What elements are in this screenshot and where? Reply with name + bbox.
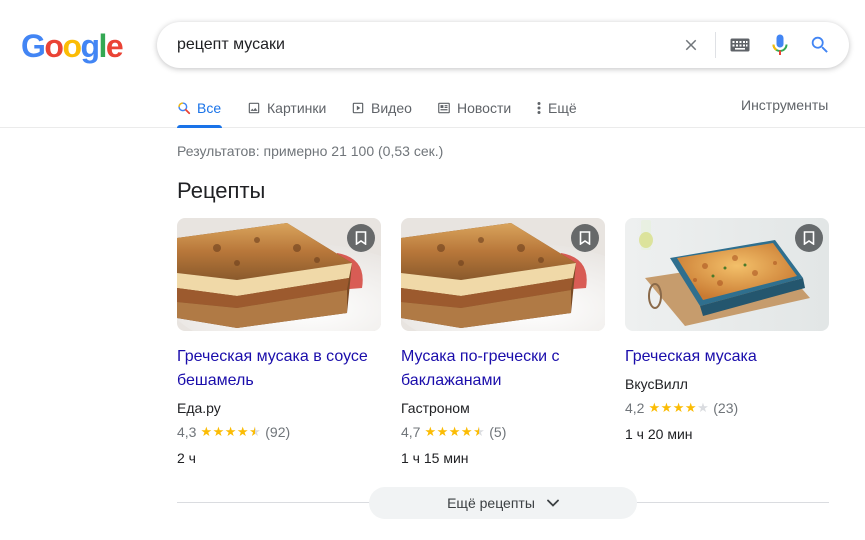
logo-letter: e bbox=[105, 28, 124, 64]
recipe-title-link[interactable]: Мусака по-гречески с баклажанами bbox=[401, 345, 605, 393]
keyboard-icon[interactable] bbox=[728, 33, 752, 57]
review-count: (23) bbox=[713, 400, 739, 416]
rating-value: 4,3 bbox=[177, 424, 197, 440]
logo-letter: o bbox=[44, 28, 64, 64]
recipe-time: 1 ч 15 мин bbox=[401, 450, 469, 466]
tab-news[interactable]: Новости bbox=[437, 96, 511, 120]
active-tab-indicator bbox=[177, 125, 222, 128]
recipe-source: Гастроном bbox=[401, 400, 470, 416]
recipe-card[interactable]: Греческая мусака ВкусВилл 4,2 ★★★★★ (23)… bbox=[625, 218, 829, 447]
microphone-icon[interactable] bbox=[768, 33, 792, 57]
recipe-card[interactable]: Греческая мусака в соусе бешамель Еда.ру… bbox=[177, 218, 381, 471]
recipe-image[interactable] bbox=[401, 218, 605, 331]
recipe-time: 1 ч 20 мин bbox=[625, 426, 693, 442]
bookmark-icon[interactable] bbox=[347, 224, 375, 252]
logo-letter: l bbox=[98, 28, 108, 64]
chevron-down-icon bbox=[547, 499, 559, 507]
search-icon bbox=[178, 102, 191, 115]
star-rating-icon: ★★★★★ bbox=[200, 424, 262, 439]
recipe-rating: 4,3 ★★★★★ (92) bbox=[177, 419, 381, 445]
tab-label: Картинки bbox=[267, 100, 327, 116]
bookmark-icon[interactable] bbox=[571, 224, 599, 252]
tab-all[interactable]: Все bbox=[177, 96, 221, 120]
search-input[interactable] bbox=[177, 22, 657, 68]
tab-label: Все bbox=[197, 100, 222, 116]
logo-letter: g bbox=[80, 28, 100, 64]
search-box bbox=[157, 22, 849, 68]
tab-label: Ещё bbox=[548, 100, 577, 116]
google-logo[interactable]: Google bbox=[21, 28, 124, 64]
recipe-title-link[interactable]: Греческая мусака в соусе бешамель bbox=[177, 345, 381, 393]
recipe-rating: 4,2 ★★★★★ (23) bbox=[625, 395, 829, 421]
rating-value: 4,2 bbox=[625, 400, 645, 416]
recipe-image[interactable] bbox=[625, 218, 829, 331]
recipes-heading: Рецепты bbox=[177, 178, 266, 203]
more-vert-icon bbox=[537, 102, 541, 114]
clear-icon[interactable] bbox=[679, 33, 703, 57]
result-stats: Результатов: примерно 21 100 (0,53 сек.) bbox=[177, 143, 444, 159]
recipe-source: ВкусВилл bbox=[625, 376, 688, 392]
logo-letter: o bbox=[62, 28, 82, 64]
review-count: (5) bbox=[489, 424, 507, 440]
tab-label: Видео bbox=[371, 100, 412, 116]
search-icon[interactable] bbox=[808, 33, 832, 57]
tools-button[interactable]: Инструменты bbox=[741, 97, 828, 113]
search-tabs: Все Картинки Видео Новости Ещё bbox=[0, 88, 865, 128]
star-rating-icon: ★★★★★ bbox=[424, 424, 486, 439]
recipe-rating: 4,7 ★★★★★ (5) bbox=[401, 419, 605, 445]
more-recipes-button[interactable]: Ещё рецепты bbox=[369, 487, 637, 519]
tab-label: Новости bbox=[457, 100, 512, 116]
tab-more[interactable]: Ещё bbox=[536, 96, 577, 120]
recipe-time: 2 ч bbox=[177, 450, 196, 466]
video-icon bbox=[352, 102, 364, 114]
bookmark-icon[interactable] bbox=[795, 224, 823, 252]
tab-video[interactable]: Видео bbox=[351, 96, 412, 120]
news-icon bbox=[438, 102, 450, 114]
recipe-source: Еда.ру bbox=[177, 400, 221, 416]
more-recipes-label: Ещё рецепты bbox=[447, 495, 535, 511]
recipe-title-link[interactable]: Греческая мусака bbox=[625, 345, 829, 369]
image-icon bbox=[248, 102, 260, 114]
logo-letter: G bbox=[21, 28, 46, 64]
tab-images[interactable]: Картинки bbox=[247, 96, 326, 120]
star-rating-icon: ★★★★★ bbox=[648, 400, 710, 415]
recipe-image[interactable] bbox=[177, 218, 381, 331]
rating-value: 4,7 bbox=[401, 424, 421, 440]
search-divider bbox=[715, 32, 716, 58]
recipe-card[interactable]: Мусака по-гречески с баклажанами Гастрон… bbox=[401, 218, 605, 471]
review-count: (92) bbox=[265, 424, 291, 440]
